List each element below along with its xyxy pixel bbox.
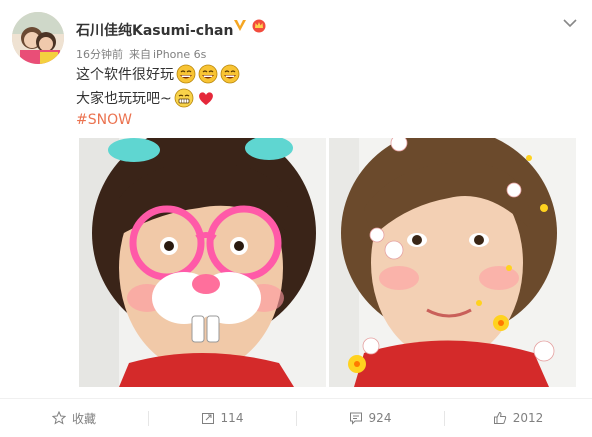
post-text-line: 大家也玩玩吧~ [76,88,216,108]
weibo-post-card: 石川佳纯Kasumi-chan 16分钟前 来自 iPhone 6s 这个软件很好玩 [0,0,592,437]
repost-icon [201,413,214,424]
avatar[interactable] [12,12,64,64]
post-time[interactable]: 16分钟前 [76,48,123,61]
comment-icon [349,412,362,425]
favorite-label: 收藏 [71,411,96,426]
favorite-button[interactable]: 收藏 [0,399,148,437]
like-button[interactable]: 2012 [444,399,592,437]
member-crown-icon[interactable] [251,17,267,33]
comment-count: 924 [368,411,392,425]
thumbs-up-icon [493,411,506,424]
post-text-line1: 这个软件很好玩 [76,67,174,83]
post-text-line: 这个软件很好玩 [76,64,240,84]
verified-badge-icon[interactable] [232,17,248,33]
like-count: 2012 [512,411,544,425]
heart-emoji-icon [198,92,213,105]
comment-button[interactable]: 924 [296,399,444,437]
laugh-emoji-icon [198,64,218,84]
repost-count: 114 [220,411,244,425]
laugh-emoji-icon [176,64,196,84]
post-source[interactable]: iPhone 6s [153,48,206,61]
laugh-emoji-icon [220,64,240,84]
chevron-down-icon[interactable] [559,12,581,34]
post-text-line2: 大家也玩玩吧~ [76,91,172,107]
author-name[interactable]: 石川佳纯Kasumi-chan [76,20,233,40]
hashtag-link[interactable]: #SNOW [76,112,132,128]
post-photo[interactable] [79,138,326,387]
repost-button[interactable]: 114 [148,399,296,437]
post-meta: 16分钟前 来自 iPhone 6s [76,46,212,62]
source-prefix: 来自 [129,48,151,61]
grin-emoji-icon [174,88,194,108]
action-bar: 收藏 114 924 2012 [0,398,592,437]
post-photo[interactable] [329,138,576,387]
star-icon [51,411,66,425]
